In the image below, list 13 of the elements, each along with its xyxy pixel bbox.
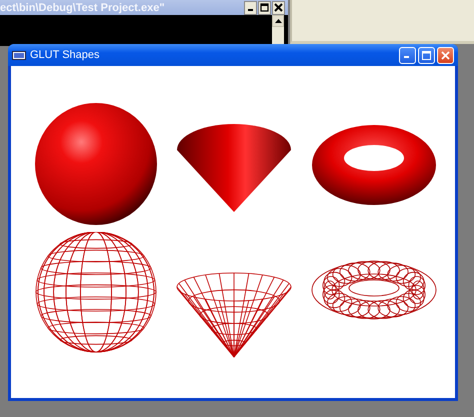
close-icon (441, 50, 450, 60)
window-icon (12, 50, 26, 60)
scrollbar[interactable] (272, 15, 284, 46)
scroll-up-button[interactable] (272, 15, 284, 27)
maximize-button[interactable] (258, 0, 271, 14)
close-button[interactable] (272, 0, 285, 14)
window-title: ect\bin\Debug\Test Project.exe" (0, 2, 166, 14)
maximize-icon (260, 3, 269, 12)
maximize-icon (422, 50, 431, 60)
close-icon (274, 3, 283, 12)
minimize-button[interactable] (244, 0, 257, 14)
window-title: GLUT Shapes (30, 49, 101, 61)
up-arrow-icon (274, 19, 282, 23)
